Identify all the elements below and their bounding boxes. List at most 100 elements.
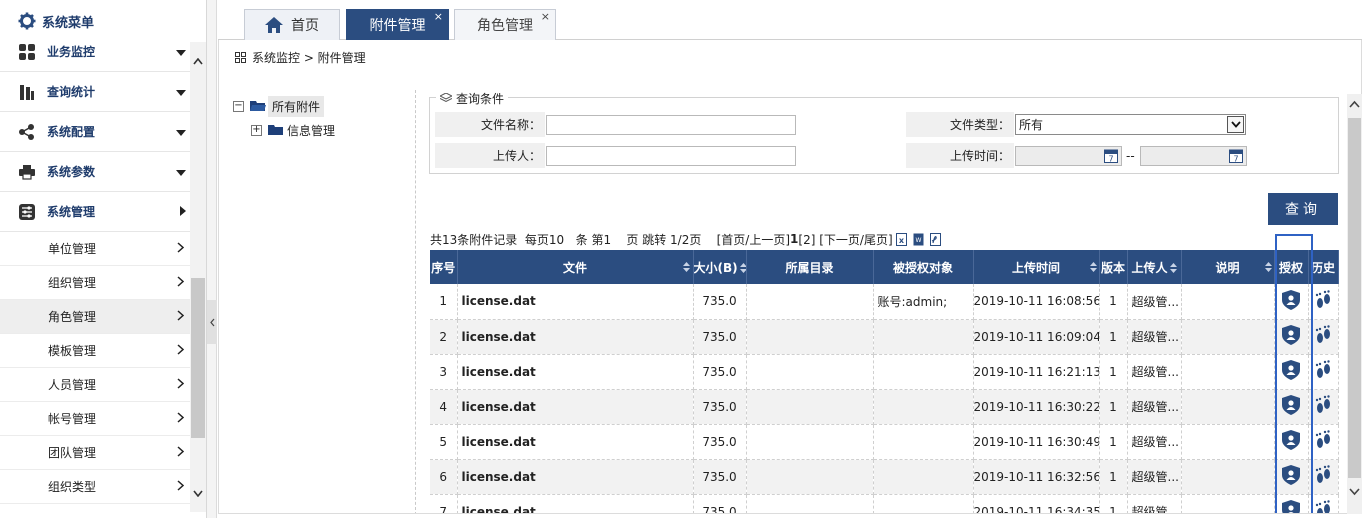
file-name-input[interactable] [546,115,796,135]
scroll-down-icon[interactable] [1347,486,1362,498]
footprints-icon[interactable] [1314,500,1332,513]
footprints-icon[interactable] [1314,290,1332,313]
caret-down-icon [176,45,186,59]
footprints-icon[interactable] [1314,430,1332,453]
cell-time: 2019-10-11 16:08:56 [973,284,1100,320]
cell-version: 1 [1099,284,1128,320]
col-header-size[interactable]: 大小(B) [693,250,747,284]
tab-role-manage[interactable]: 角色管理 × [454,9,556,40]
table-row[interactable]: 4 license.dat 735.0 2019-10-11 16:30:22 … [430,389,1339,425]
query-legend-text: 查询条件 [456,92,505,106]
col-header-desc[interactable]: 说明 [1181,250,1275,284]
expand-node-icon[interactable]: + [251,124,262,136]
submenu-item-org-type[interactable]: 组织类型 [0,470,190,504]
submenu-item-org-manage[interactable]: 组织管理 [0,266,190,300]
table-row[interactable]: 1 license.dat 735.0 账号:admin; 2019-10-11… [430,284,1339,320]
tree-node-root[interactable]: − 所有附件 [233,94,413,118]
col-header-file[interactable]: 文件 [457,250,694,284]
calendar-icon[interactable]: 7 [1229,148,1243,166]
sidebar-scroll-thumb[interactable] [191,278,205,438]
scroll-up-icon[interactable] [193,54,203,68]
close-icon[interactable]: × [541,11,550,22]
submenu-item-person-manage[interactable]: 人员管理 [0,368,190,402]
footprints-icon[interactable] [1314,325,1332,348]
shield-user-icon[interactable] [1282,430,1300,453]
cell-grantee [873,424,974,460]
table-row[interactable]: 7 license.dat 735.0 2019-10-11 16:34:35 … [430,494,1339,513]
submenu-item-label: 团队管理 [48,446,97,460]
submenu-item-team-manage[interactable]: 团队管理 [0,436,190,470]
pdf-export-icon[interactable] [929,232,941,246]
cell-time: 2019-10-11 16:09:04 [973,319,1100,355]
cell-file[interactable]: license.dat [457,459,694,495]
shield-user-icon[interactable] [1282,465,1300,488]
submenu-item-unit-manage[interactable]: 单位管理 [0,232,190,266]
footprints-icon[interactable] [1314,465,1332,488]
table-row[interactable]: 5 license.dat 735.0 2019-10-11 16:30:49 … [430,424,1339,460]
table-row[interactable]: 3 license.dat 735.0 2019-10-11 16:21:13 … [430,354,1339,390]
upload-time-end[interactable]: 7 [1140,146,1247,166]
scroll-up-icon[interactable] [1347,98,1362,110]
collapse-handle[interactable] [207,300,217,344]
col-header-uploader[interactable]: 上传人 [1127,250,1182,284]
shield-user-icon[interactable] [1282,325,1300,348]
cell-file[interactable]: license.dat [457,354,694,390]
shield-user-icon[interactable] [1282,360,1300,383]
submenu-item-role-manage[interactable]: 角色管理 [0,300,190,334]
close-icon[interactable]: × [434,11,443,22]
menu-item-system-manage[interactable]: 系统管理 [0,192,190,232]
submenu-item-account-manage[interactable]: 帐号管理 [0,402,190,436]
collapse-node-icon[interactable]: − [233,100,244,112]
submenu-item-template-manage[interactable]: 模板管理 [0,334,190,368]
word-export-icon[interactable]: W [913,233,924,246]
menu-item-query-stats[interactable]: 查询统计 [0,72,190,112]
cell-version: 1 [1099,389,1128,425]
cell-file[interactable]: license.dat [457,424,694,460]
cell-file[interactable]: license.dat [457,284,694,320]
cell-file[interactable]: license.dat [457,389,694,425]
file-type-select[interactable]: 所有 [1015,114,1246,135]
menu-item-business-monitor[interactable]: 业务监控 [0,32,190,72]
upload-time-start[interactable]: 7 [1015,146,1122,166]
uploader-input[interactable] [546,146,796,166]
shield-user-icon[interactable] [1282,395,1300,418]
col-header-time[interactable]: 上传时间 [973,250,1100,284]
tab-attachment-manage[interactable]: 附件管理 × [346,9,449,40]
cell-file[interactable]: license.dat [457,494,694,513]
table-row[interactable]: 6 license.dat 735.0 2019-10-11 16:32:56 … [430,459,1339,495]
first-prev-link[interactable]: [首页/上一页] [717,231,790,248]
sort-icon[interactable] [1089,262,1097,272]
shield-user-icon[interactable] [1282,500,1300,513]
menu-item-system-config[interactable]: 系统配置 [0,112,190,152]
cell-history [1308,459,1339,495]
tab-role-label: 角色管理 [477,18,533,34]
chevron-down-icon[interactable] [1227,116,1244,133]
table-row[interactable]: 2 license.dat 735.0 2019-10-11 16:09:04 … [430,319,1339,355]
tab-home[interactable]: 首页 [244,9,340,40]
page-links[interactable]: [2] [下一页/尾页] [798,231,892,248]
sort-icon[interactable] [1169,263,1177,273]
content-scroll-thumb[interactable] [1348,118,1361,478]
footprints-icon[interactable] [1314,360,1332,383]
sort-icon[interactable] [1264,262,1272,272]
footprints-icon[interactable] [1314,395,1332,418]
folder-icon [268,125,283,135]
grid-small-icon [235,51,246,63]
page-jump-text[interactable]: 页 跳转 1/2页 [626,231,701,248]
cell-uploader: 超级管... [1127,459,1182,495]
content-scrollbar[interactable] [1347,94,1362,514]
sort-icon[interactable] [682,262,690,272]
cell-history [1308,319,1339,355]
menu-item-system-params[interactable]: 系统参数 [0,152,190,192]
chevron-right-icon [177,343,185,358]
date-range-separator: -- [1126,149,1135,163]
sliders-icon [18,203,36,221]
excel-export-icon[interactable]: x [895,232,907,246]
query-button[interactable]: 查询 [1268,193,1338,225]
sidebar-scrollbar[interactable] [190,42,206,512]
scroll-down-icon[interactable] [193,486,203,500]
shield-user-icon[interactable] [1282,289,1300,313]
cell-file[interactable]: license.dat [457,319,694,355]
calendar-icon[interactable]: 7 [1104,148,1118,166]
tree-node-info-manage[interactable]: + 信息管理 [233,118,413,142]
